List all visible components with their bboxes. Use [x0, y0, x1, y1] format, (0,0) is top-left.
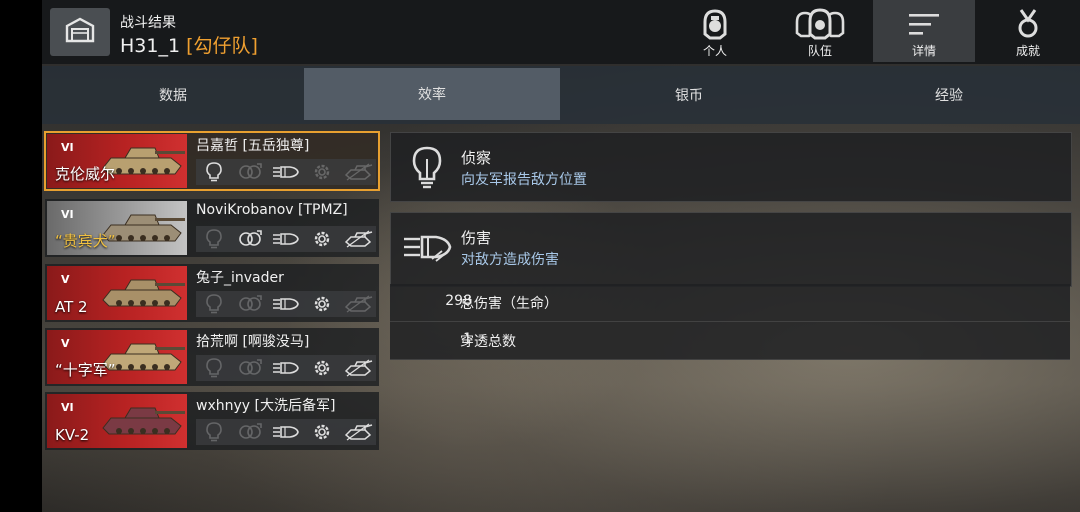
garage-button[interactable]	[50, 8, 110, 56]
lightbulb-icon	[399, 141, 455, 193]
tank-image: V “十字军”	[47, 330, 187, 384]
damage-title: 伤害	[461, 229, 492, 247]
tank-image: V AT 2	[47, 266, 187, 320]
tank-tier: VI	[61, 208, 74, 221]
tank-name: AT 2	[55, 298, 88, 316]
subtab-experience[interactable]: 经验	[818, 66, 1080, 124]
battle-title: H31_1 [勾仔队]	[120, 31, 258, 58]
player-name: NoviKrobanov [TPMZ]	[196, 202, 348, 218]
tank-name: 克伦威尔	[55, 165, 116, 183]
tank-name: “十字军”	[55, 361, 116, 379]
module-gear-icon	[304, 291, 340, 317]
tank-kill-icon	[340, 226, 376, 252]
achievement-icons	[196, 226, 376, 252]
garage-icon	[65, 17, 95, 47]
tab-details-label: 详情	[911, 44, 936, 58]
tank-image: VI KV-2	[47, 394, 187, 448]
damage-shell-icon	[268, 226, 304, 252]
tab-personal-label: 个人	[702, 44, 727, 58]
player-row[interactable]: V AT 2 兔子_invader	[45, 264, 379, 322]
tab-achievements-label: 成就	[1015, 44, 1040, 58]
module-gear-icon	[304, 226, 340, 252]
player-name: 拾荒啊 [啊骏没马]	[196, 334, 310, 350]
map-name: H31_1	[120, 35, 181, 57]
tank-kill-icon	[340, 355, 376, 381]
damage-shell-icon	[268, 291, 304, 317]
module-gear-icon	[304, 355, 340, 381]
assist-spot-icon	[232, 419, 268, 445]
player-name: wxhnyy [大洗后备军]	[196, 398, 336, 414]
damage-description: 对敌方造成伤害	[461, 252, 559, 268]
spotting-title: 侦察	[461, 149, 492, 167]
tank-tier: V	[61, 337, 70, 350]
stat-row-penetrations: 1 穿透总数	[390, 322, 1070, 360]
medal-icon	[1016, 8, 1040, 40]
subtab-data[interactable]: 数据	[42, 66, 304, 124]
achievement-icons	[196, 419, 376, 445]
stat-label: 穿透总数	[460, 334, 516, 350]
stat-row-total-damage: 298 总伤害（生命）	[390, 284, 1070, 322]
spotting-description: 向友军报告敌方位置	[461, 172, 587, 188]
tank-image: VI “贵宾犬”	[47, 201, 187, 255]
personal-helmet-icon	[698, 8, 732, 40]
tab-team-label: 队伍	[807, 44, 832, 58]
subtab-credits[interactable]: 银币	[560, 66, 818, 124]
player-row[interactable]: VI “贵宾犬” NoviKrobanov [TPMZ]	[45, 199, 379, 257]
spotting-bulb-icon	[196, 419, 232, 445]
tank-image: VI 克伦威尔	[47, 134, 187, 188]
tank-name: “贵宾犬”	[55, 232, 116, 250]
tank-kill-icon	[340, 419, 376, 445]
assist-spot-icon	[232, 159, 268, 185]
shell-damage-icon	[399, 221, 455, 273]
tank-kill-icon	[340, 291, 376, 317]
achievement-icons	[196, 291, 376, 317]
assist-spot-icon	[232, 355, 268, 381]
spotting-bulb-icon	[196, 291, 232, 317]
spotting-card: 侦察 向友军报告敌方位置	[390, 132, 1072, 202]
tab-team[interactable]: 队伍	[769, 0, 871, 62]
tank-name: KV-2	[55, 426, 90, 444]
player-name: 兔子_invader	[196, 270, 284, 286]
subtab-efficiency[interactable]: 效率	[304, 68, 560, 120]
page-subtitle: 战斗结果	[120, 15, 176, 31]
tank-tier: VI	[61, 141, 74, 154]
tab-details[interactable]: 详情	[873, 0, 975, 62]
damage-shell-icon	[268, 355, 304, 381]
module-gear-icon	[304, 159, 340, 185]
tab-achievements[interactable]: 成就	[977, 0, 1079, 62]
player-name: 吕嘉哲 [五岳独尊]	[196, 138, 310, 154]
sub-tab-bar: 数据 效率 银币 经验	[42, 66, 1080, 124]
spotting-bulb-icon	[196, 226, 232, 252]
left-black-bar	[0, 0, 42, 512]
achievement-icons	[196, 355, 376, 381]
achievement-icons	[196, 159, 376, 185]
tab-personal[interactable]: 个人	[664, 0, 766, 62]
tank-tier: VI	[61, 401, 74, 414]
spotting-bulb-icon	[196, 355, 232, 381]
team-helmets-icon	[794, 8, 846, 40]
tank-kill-icon	[340, 159, 376, 185]
player-row[interactable]: VI 克伦威尔 吕嘉哲 [五岳独尊]	[44, 131, 380, 191]
stat-label: 总伤害（生命）	[460, 296, 558, 312]
damage-shell-icon	[268, 419, 304, 445]
player-row[interactable]: VI KV-2 wxhnyy [大洗后备军]	[45, 392, 379, 450]
clan-tag: [勾仔队]	[186, 35, 258, 57]
module-gear-icon	[304, 419, 340, 445]
spotting-bulb-icon	[196, 159, 232, 185]
player-row[interactable]: V “十字军” 拾荒啊 [啊骏没马]	[45, 328, 379, 386]
details-list-icon	[907, 8, 941, 40]
assist-spot-icon	[232, 291, 268, 317]
assist-spot-icon	[232, 226, 268, 252]
damage-shell-icon	[268, 159, 304, 185]
damage-card: 伤害 对敌方造成伤害	[390, 212, 1072, 287]
tank-tier: V	[61, 273, 70, 286]
